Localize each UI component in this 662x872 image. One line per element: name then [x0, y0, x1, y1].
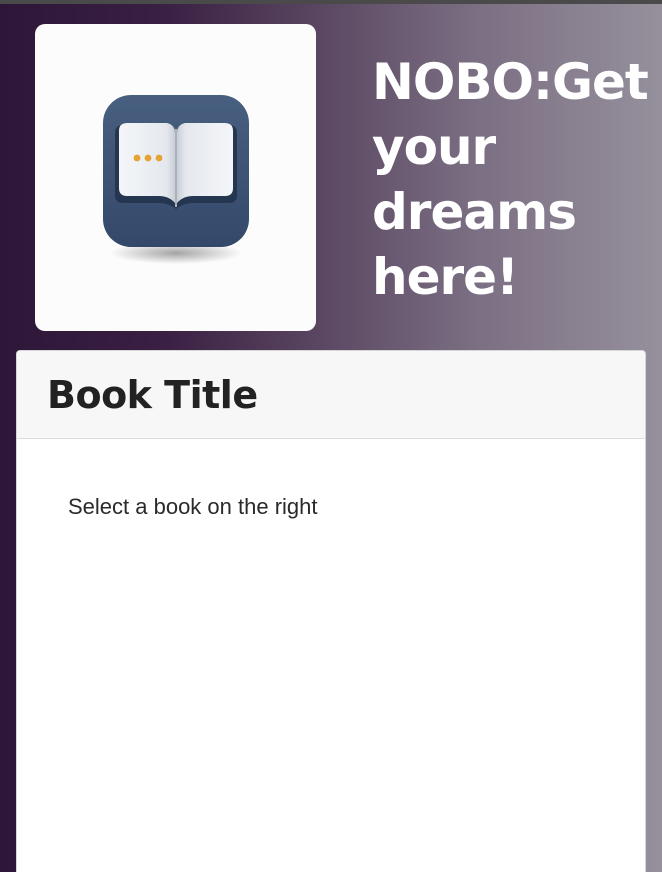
open-book-icon [102, 95, 249, 264]
select-book-prompt: Select a book on the right [68, 494, 318, 519]
window-top-border [0, 0, 662, 4]
book-title: Book Title [47, 372, 258, 417]
app-logo [35, 24, 316, 331]
book-details-card: Book Title Select a book on the right [16, 350, 646, 872]
card-body: Select a book on the right [17, 439, 645, 520]
card-header: Book Title [17, 351, 645, 439]
site-title: NOBO:Get your dreams here! [372, 53, 649, 306]
